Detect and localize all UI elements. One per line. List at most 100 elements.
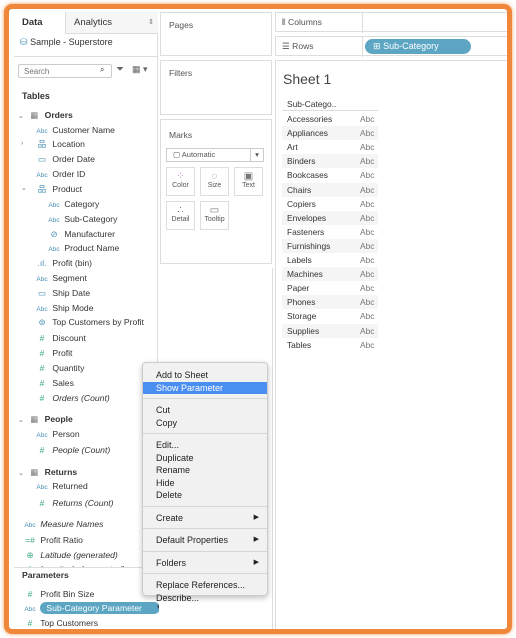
field-item[interactable]: Abc Person	[34, 427, 80, 441]
table-row[interactable]: Paper Abc	[282, 281, 378, 295]
table-row[interactable]: Binders Abc	[282, 154, 378, 169]
field-item[interactable]: Abc Product Name	[46, 241, 119, 255]
sub-category-pill[interactable]: ⊞ Sub-Category	[365, 39, 471, 54]
menu-item-replace-references[interactable]: Replace References...	[143, 579, 267, 591]
chevron-down-icon: ▾	[250, 149, 263, 161]
field-item[interactable]: Abc Segment	[34, 271, 86, 285]
number-icon: #	[27, 618, 33, 628]
field-item[interactable]: Abc Returned	[34, 479, 87, 493]
tab-data[interactable]: Data	[14, 12, 66, 34]
color-button[interactable]: ⁘ Color	[166, 167, 195, 196]
field-item[interactable]: › 品 Location	[21, 137, 85, 151]
chevron-down-icon: ⌄	[18, 417, 24, 424]
table-row[interactable]: Fasteners Abc	[282, 225, 378, 239]
pages-shelf[interactable]: Pages	[160, 12, 272, 56]
menu-item-describe[interactable]: Describe...	[143, 592, 267, 604]
cell-value: Abc	[360, 212, 375, 223]
menu-item-copy[interactable]: Copy	[143, 417, 267, 429]
columns-shelf[interactable]: ⫴ Columns	[275, 12, 507, 33]
rows-shelf[interactable]: ☰ Rows ⊞ Sub-Category	[275, 36, 507, 57]
field-label: Top Customers by Profit	[52, 317, 144, 327]
mark-type-dropdown[interactable]: ▢ Automatic ▾	[166, 148, 264, 162]
menu-item-rename[interactable]: Rename	[143, 464, 267, 476]
table-row[interactable]: Storage Abc	[282, 309, 378, 323]
field-label: Person	[52, 429, 80, 439]
number-icon: #	[39, 378, 45, 388]
tooltip-button[interactable]: ▭ Tooltip	[200, 201, 229, 230]
field-item[interactable]: Abc Measure Names	[22, 517, 103, 531]
parameter-item[interactable]: Abc Sub-Category Parameter▾	[22, 601, 162, 615]
table-row[interactable]: Accessories Abc	[282, 112, 378, 126]
field-item[interactable]: # People (Count)	[34, 443, 111, 457]
table-row[interactable]: Machines Abc	[282, 267, 378, 282]
table-row[interactable]: Furnishings Abc	[282, 238, 378, 253]
number-icon: #	[39, 445, 45, 455]
field-item[interactable]: .ıl. Profit (bin)	[34, 256, 93, 270]
field-label: Orders (Count)	[52, 393, 110, 403]
column-header[interactable]: Sub-Catego..	[282, 97, 378, 111]
menu-item-edit[interactable]: Edit...	[143, 439, 267, 451]
menu-separator	[143, 573, 267, 574]
field-item[interactable]: ⊕ Latitude (generated)	[22, 548, 117, 562]
table-row[interactable]: Envelopes Abc	[282, 210, 378, 225]
detail-button[interactable]: ∴ Detail	[166, 201, 195, 230]
table-row[interactable]: Chairs Abc	[282, 182, 378, 197]
table-row[interactable]: Appliances Abc	[282, 126, 378, 141]
table-row[interactable]: Phones Abc	[282, 295, 378, 310]
menu-item-create[interactable]: Create ▶	[143, 512, 267, 524]
menu-item-show-parameter[interactable]: Show Parameter	[143, 381, 267, 394]
field-item[interactable]: # Discount	[34, 331, 86, 345]
table-row[interactable]: Supplies Abc	[282, 323, 378, 338]
field-item[interactable]: =# Profit Ratio	[22, 533, 83, 547]
field-item[interactable]: # Sales	[34, 376, 74, 390]
table-row[interactable]: Art Abc	[282, 140, 378, 154]
field-item[interactable]: Abc Order ID	[34, 167, 85, 181]
table-people[interactable]: ⌄ ▦ People	[18, 412, 73, 426]
field-item[interactable]: Abc Ship Mode	[34, 301, 93, 315]
menu-item-delete[interactable]: Delete	[143, 489, 267, 501]
size-button[interactable]: ◌ Size	[200, 167, 229, 196]
table-orders[interactable]: ⌄ ▦ Orders	[18, 108, 73, 122]
search-input[interactable]	[18, 64, 112, 78]
field-item[interactable]: Abc Customer Name	[34, 123, 115, 137]
filter-icon[interactable]: ⏷	[116, 64, 124, 75]
menu-item-hide[interactable]: Hide	[143, 477, 267, 489]
menu-item-default-properties[interactable]: Default Properties ▶	[143, 534, 267, 546]
field-item[interactable]: Abc Category	[46, 197, 99, 211]
abc-icon: Abc	[48, 202, 60, 209]
field-item[interactable]: ▭ Order Date	[34, 152, 95, 166]
marks-label: Marks	[169, 130, 193, 140]
view-options-icon[interactable]: ▦ ▾	[132, 64, 148, 75]
field-item[interactable]: # Returns (Count)	[34, 496, 114, 510]
datasource[interactable]: ⛁ Sample - Superstore	[20, 37, 113, 48]
field-item[interactable]: ▭ Ship Date	[34, 286, 90, 300]
field-item[interactable]: # Profit	[34, 346, 73, 360]
tab-analytics[interactable]: Analytics ⇕	[66, 12, 158, 34]
abc-icon: Abc	[36, 172, 48, 179]
filters-shelf[interactable]: Filters	[160, 60, 272, 115]
parameter-item[interactable]: # Profit Bin Size	[22, 587, 95, 601]
cell-value: Abc	[360, 226, 375, 237]
menu-item-add-to-sheet[interactable]: Add to Sheet	[143, 369, 267, 381]
field-item[interactable]: Abc Sub-Category	[46, 212, 117, 226]
table-returns[interactable]: ⌄ ▦ Returns	[18, 465, 77, 479]
field-item[interactable]: # Quantity	[34, 361, 85, 375]
marks-card: Marks ▢ Automatic ▾ ⁘ Color ◌ Size ▣ Text ∴ D…	[160, 119, 272, 264]
text-button[interactable]: ▣ Text	[234, 167, 263, 196]
hierarchy-icon: 品	[37, 139, 47, 149]
field-item[interactable]: ⊚ Top Customers by Profit	[34, 315, 144, 329]
field-item[interactable]: ⊘ Manufacturer	[46, 227, 115, 241]
menu-item-duplicate[interactable]: Duplicate	[143, 452, 267, 464]
mark-type-value: Automatic	[181, 150, 216, 159]
set-icon: ⊚	[38, 317, 46, 327]
table-row[interactable]: Copiers Abc	[282, 197, 378, 211]
menu-item-cut[interactable]: Cut	[143, 404, 267, 416]
table-row[interactable]: Labels Abc	[282, 253, 378, 267]
field-item[interactable]: ⌄ 品 Product	[21, 182, 82, 196]
table-row[interactable]: Bookcases Abc	[282, 168, 378, 182]
parameter-item[interactable]: # Top Customers	[22, 616, 98, 629]
table-row[interactable]: Tables Abc	[282, 338, 378, 352]
menu-item-folders[interactable]: Folders ▶	[143, 557, 267, 569]
field-item[interactable]: # Orders (Count)	[34, 391, 110, 405]
search-icon: ⌕	[100, 65, 105, 74]
